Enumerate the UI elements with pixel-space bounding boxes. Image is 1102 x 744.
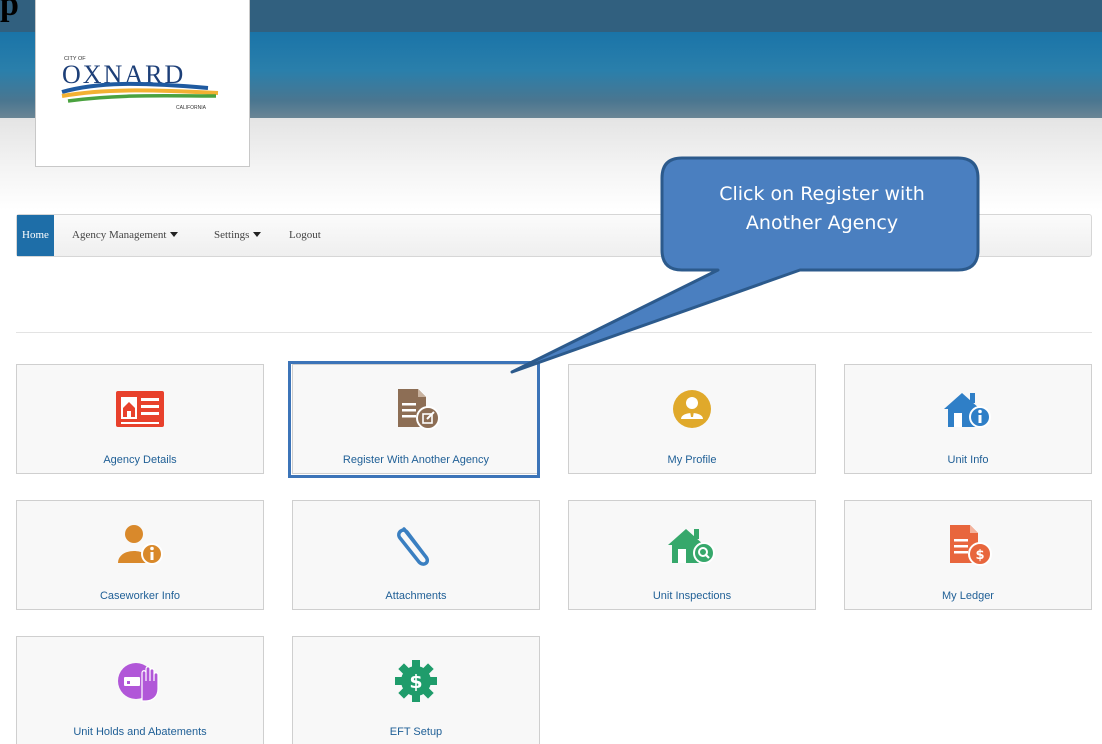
nav-settings-label: Settings xyxy=(214,229,250,241)
tile-agency-details[interactable]: Agency Details xyxy=(16,364,264,474)
house-search-icon xyxy=(668,529,715,564)
svg-text:$: $ xyxy=(409,671,422,693)
tile-my-profile[interactable]: My Profile xyxy=(568,364,816,474)
tile-unit-holds-and-abatements[interactable]: Unit Holds and Abatements xyxy=(16,636,264,744)
tile-label: Caseworker Info xyxy=(99,590,181,602)
newspaper-icon xyxy=(116,391,164,427)
nav-logout[interactable]: Logout xyxy=(289,215,321,256)
document-dollar-icon: $ xyxy=(950,525,992,566)
house-info-icon xyxy=(944,393,991,428)
tile-label: My Ledger xyxy=(942,590,994,602)
nav-settings[interactable]: Settings xyxy=(214,215,262,256)
tile-eft-setup[interactable]: $ EFT Setup xyxy=(292,636,540,744)
oxnard-logo-icon: CITY OF OXNARD CALIFORNIA xyxy=(61,56,219,111)
tile-unit-info[interactable]: Unit Info xyxy=(844,364,1092,474)
tile-label: Unit Holds and Abatements xyxy=(73,726,207,738)
tile-label: Agency Details xyxy=(103,454,177,466)
tile-label: Unit Inspections xyxy=(652,590,732,602)
tile-caseworker-info[interactable]: Caseworker Info xyxy=(16,500,264,610)
tile-my-ledger[interactable]: $ My Ledger xyxy=(844,500,1092,610)
tile-label: Attachments xyxy=(385,590,447,602)
svg-text:$: $ xyxy=(975,548,984,563)
tile-label: Unit Info xyxy=(947,454,989,466)
svg-text:CALIFORNIA: CALIFORNIA xyxy=(176,105,207,111)
document-edit-icon xyxy=(398,389,440,430)
tile-unit-inspections[interactable]: Unit Inspections xyxy=(568,500,816,610)
user-circle-icon xyxy=(673,390,711,428)
tile-attachments[interactable]: Attachments xyxy=(292,500,540,610)
paperclip-icon xyxy=(397,527,430,566)
nav-home[interactable]: Home xyxy=(17,215,54,256)
caret-down-icon xyxy=(170,231,179,237)
nav-agency-management[interactable]: Agency Management xyxy=(72,215,179,256)
tile-register-with-another-agency[interactable]: Register With Another Agency xyxy=(292,364,540,474)
hand-stop-icon xyxy=(118,663,159,702)
nav-agency-management-label: Agency Management xyxy=(72,229,167,241)
section-divider xyxy=(16,332,1092,333)
city-logo[interactable]: CITY OF OXNARD CALIFORNIA xyxy=(35,0,250,167)
callout-line-1: Click on Register with xyxy=(719,183,925,205)
tile-label: EFT Setup xyxy=(389,726,443,738)
tile-label: Register With Another Agency xyxy=(342,454,490,466)
caret-down-icon xyxy=(253,231,262,237)
document-heading: p xyxy=(0,0,19,23)
gear-dollar-icon: $ xyxy=(395,660,437,702)
tile-label: My Profile xyxy=(667,454,717,466)
callout-bubble: Click on Register with Another Agency xyxy=(672,180,972,238)
person-info-icon xyxy=(118,525,163,565)
callout-line-2: Another Agency xyxy=(745,212,899,234)
